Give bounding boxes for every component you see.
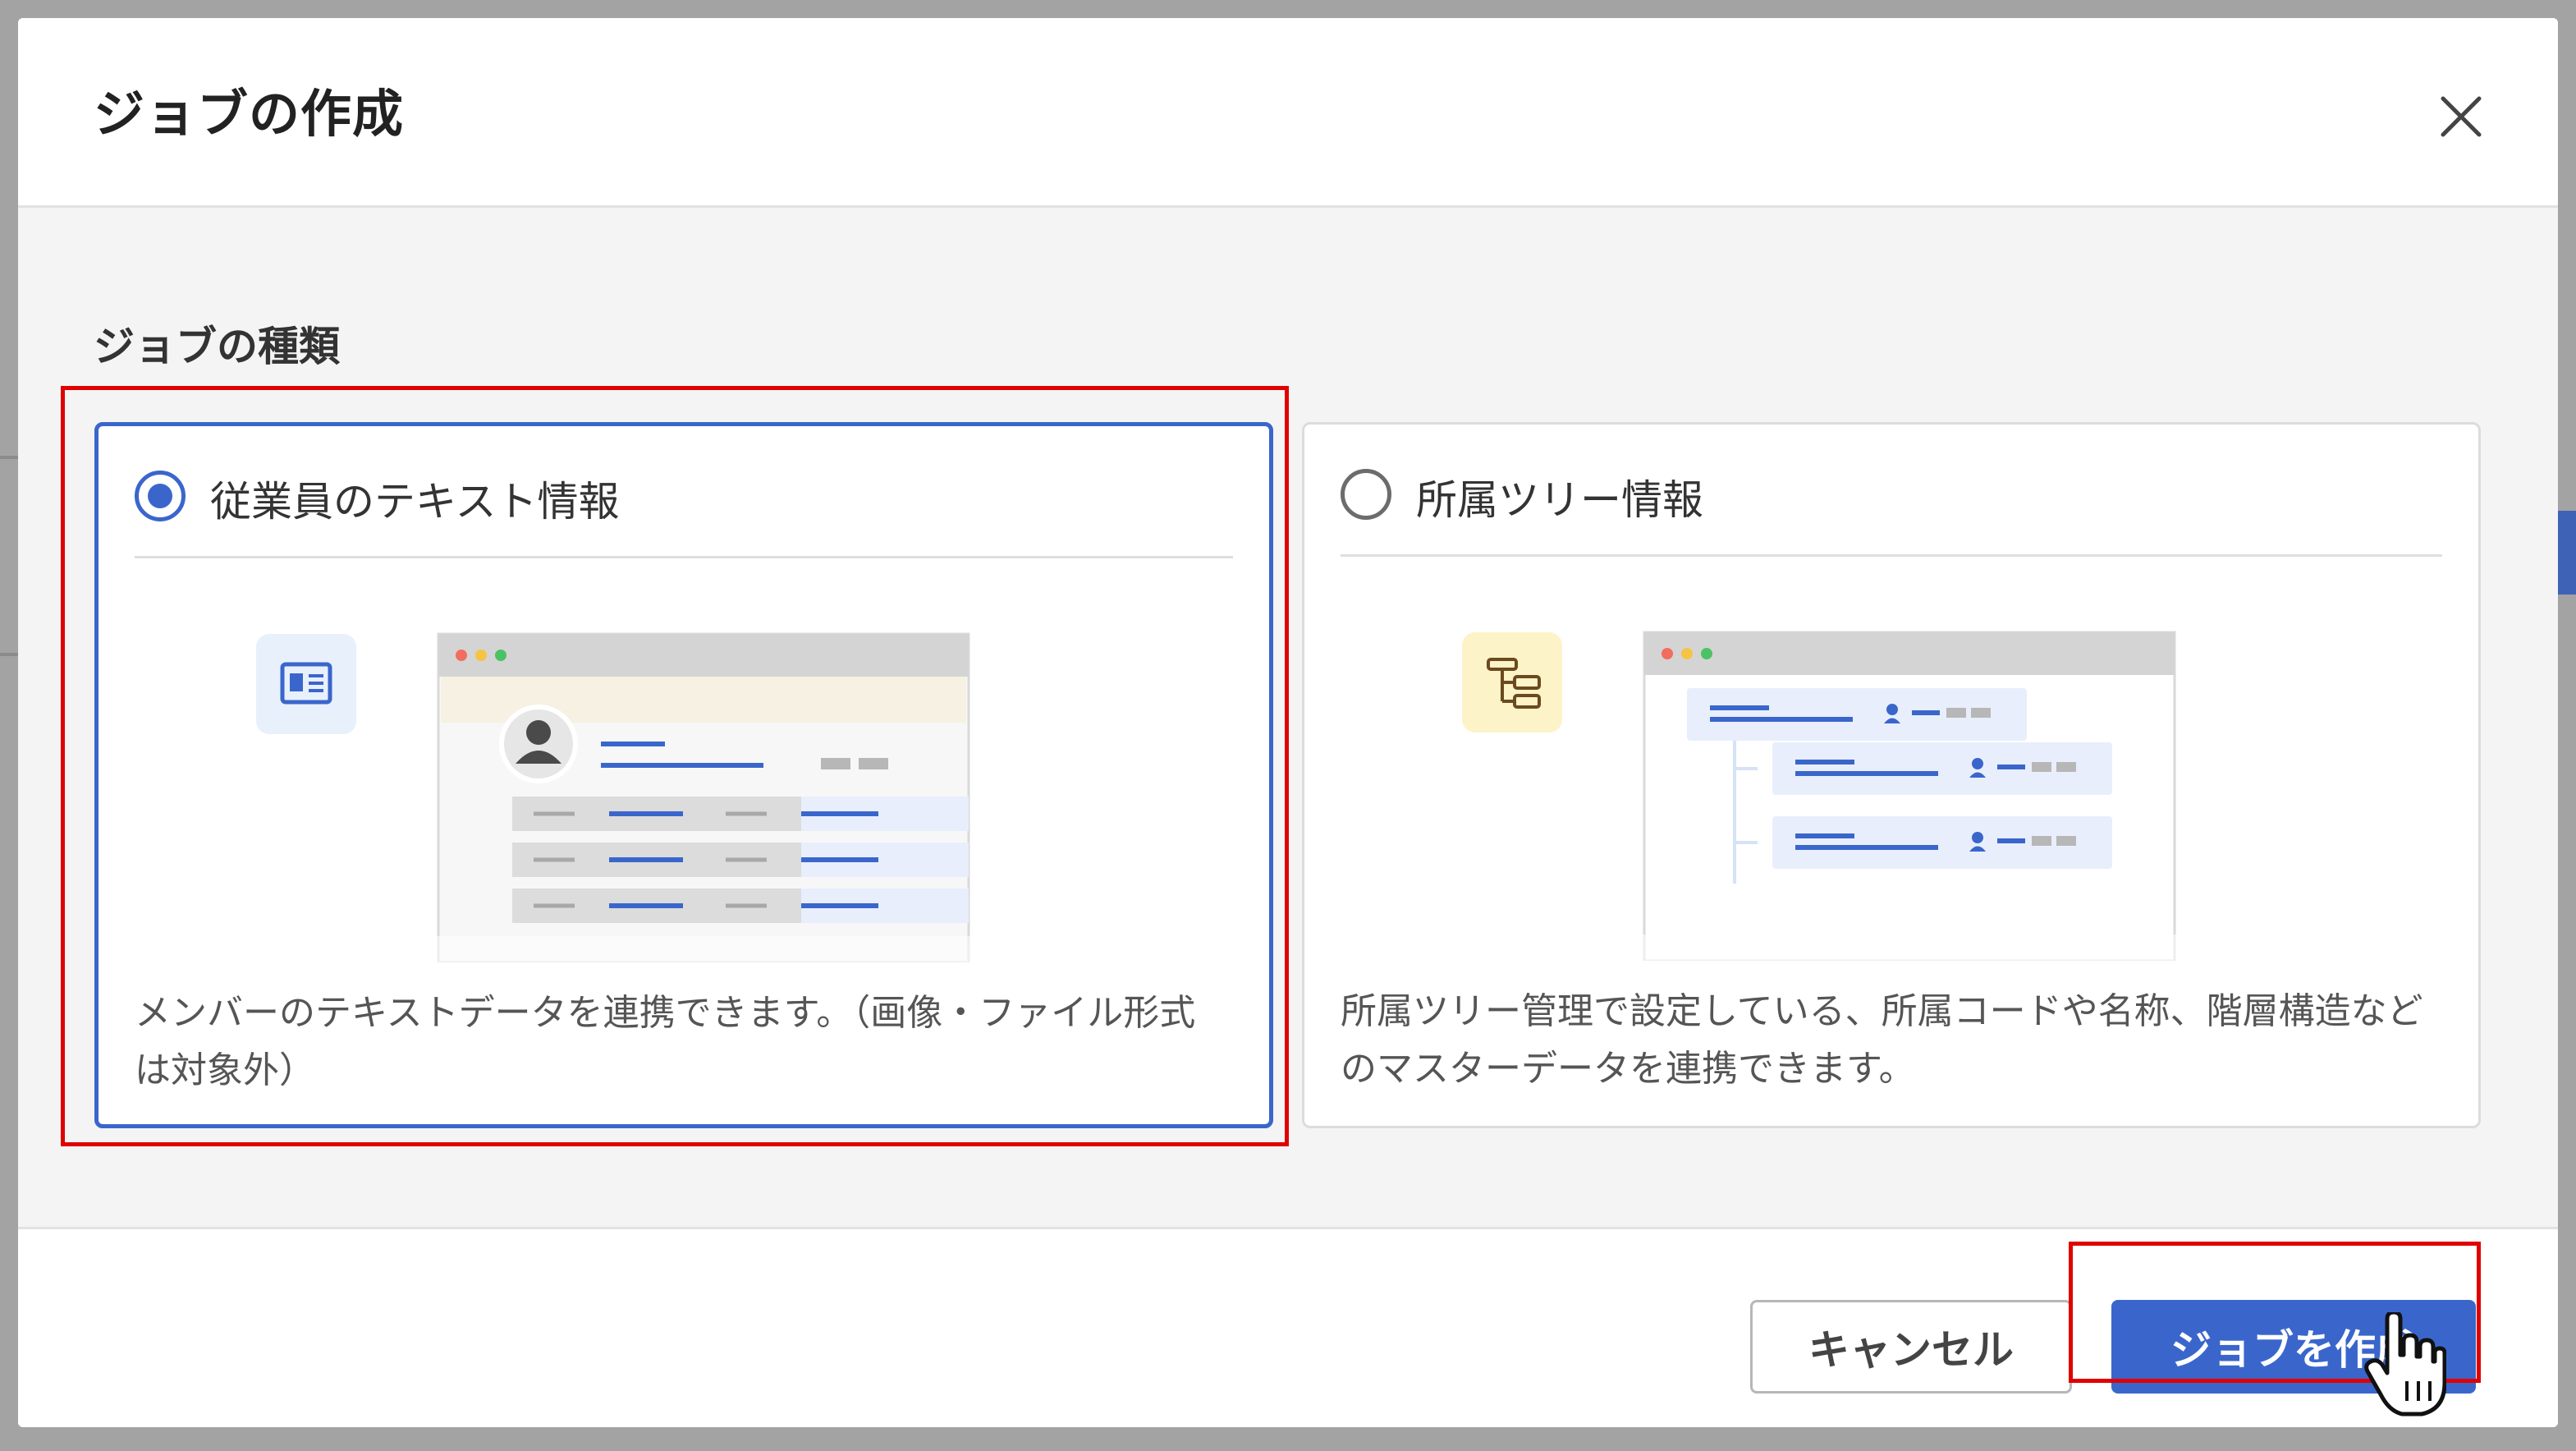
org-tree-illustration	[1304, 557, 2478, 961]
close-icon	[2441, 96, 2482, 137]
dialog-header: ジョブの作成	[18, 18, 2558, 208]
background-accent	[2558, 511, 2576, 595]
job-type-label: ジョブの種類	[94, 323, 340, 370]
close-button[interactable]	[2412, 67, 2510, 166]
background-divider	[0, 456, 18, 459]
option-title: 所属ツリー情報	[1416, 476, 1703, 524]
highlight-selected-option	[61, 386, 1289, 1146]
option-card-org-tree[interactable]: 所属ツリー情報 所属ツリー管理で設定している、所属コードや名称、階層構造などのマ…	[1302, 422, 2481, 1128]
highlight-create-button	[2069, 1242, 2481, 1383]
radio-org-tree[interactable]	[1341, 469, 1391, 520]
tree-structure-icon	[1462, 632, 1562, 732]
cancel-button[interactable]: キャンセル	[1750, 1300, 2072, 1394]
option-description: 所属ツリー管理で設定している、所属コードや名称、階層構造などのマスターデータを連…	[1341, 990, 2423, 1090]
background-divider	[0, 653, 18, 656]
dialog-title: ジョブの作成	[94, 84, 405, 144]
